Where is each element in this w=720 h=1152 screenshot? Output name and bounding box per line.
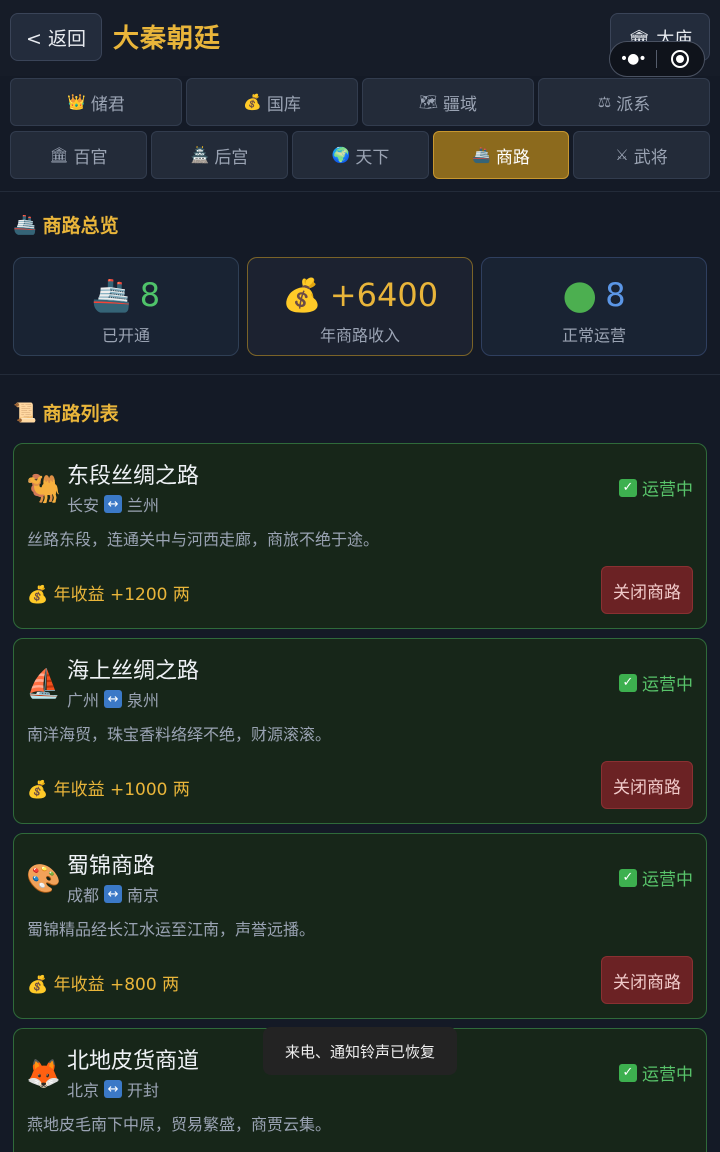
stat-label: 正常运营	[561, 326, 626, 345]
status-badge: ✓ 运营中	[619, 1060, 693, 1085]
routes-title: 📜 商路列表	[13, 402, 119, 425]
route-income: 💰 年收益 +1000 两	[27, 780, 190, 800]
tab-territory[interactable]: 🗺 疆域	[362, 78, 534, 126]
money-bag-icon: 💰	[243, 93, 262, 111]
stat-income: 💰 +6400 年商路收入	[247, 257, 473, 356]
toast-message: 来电、通知铃声已恢复	[263, 1027, 457, 1075]
route-income: 💰 年收益 +1200 两	[27, 585, 190, 605]
scales-icon: ⚖	[597, 93, 612, 111]
check-icon: ✓	[619, 1063, 637, 1082]
route-description: 南洋海贸，珠宝香料络绎不绝，财源滚滚。	[27, 725, 332, 744]
status-badge: ✓ 运营中	[619, 865, 693, 890]
route-name: 海上丝绸之路	[67, 659, 200, 684]
more-dots-icon[interactable]: •●•	[610, 51, 656, 67]
overview-title: 🚢 商路总览	[13, 214, 119, 237]
tab-generals[interactable]: ⚔ 武将	[573, 131, 710, 179]
palace-icon: 🏯	[190, 146, 210, 164]
route-description: 蜀锦精品经长江水运至江南，声誉远播。	[27, 920, 316, 939]
close-target-icon[interactable]	[657, 50, 705, 68]
tab-label: 后宫	[214, 147, 249, 168]
stat-value: +6400	[329, 276, 439, 314]
fox-icon: 🦊	[26, 1057, 61, 1090]
tab-label: 派系	[616, 94, 651, 115]
stat-value: 8	[605, 276, 626, 314]
mini-program-capsule: •●•	[609, 41, 705, 77]
status-badge: ✓ 运营中	[619, 475, 693, 500]
back-button[interactable]: < 返回	[10, 13, 102, 61]
ship-icon: 🚢	[472, 146, 491, 164]
ship-icon: 🚢	[13, 214, 37, 236]
divider	[0, 374, 720, 375]
header: < 返回 大秦朝廷 🏛 太庙 •●•	[0, 0, 720, 77]
tab-treasury[interactable]: 💰 国库	[186, 78, 358, 126]
stat-label: 年商路收入	[319, 326, 400, 345]
route-description: 燕地皮毛南下中原，贸易繁盛，商贾云集。	[27, 1115, 332, 1134]
route-name: 东段丝绸之路	[67, 464, 200, 489]
map-icon: 🗺	[418, 93, 439, 111]
crown-icon: 👑	[67, 93, 86, 111]
close-route-button[interactable]: 关闭商路	[601, 566, 693, 614]
route-card: ⛵ 海上丝绸之路 广州 ↔ 泉州 ✓ 运营中 南洋海贸，珠宝香料络绎不绝，财源滚…	[13, 638, 707, 824]
left-right-arrow-icon: ↔	[104, 1080, 123, 1098]
page-title: 大秦朝廷	[113, 24, 222, 54]
globe-icon: 🌍	[331, 146, 351, 164]
temple-icon: 🏛	[49, 146, 69, 164]
tab-label: 储君	[90, 94, 125, 115]
close-route-button[interactable]: 关闭商路	[601, 761, 693, 809]
left-right-arrow-icon: ↔	[104, 495, 123, 513]
tab-label: 武将	[633, 147, 668, 168]
ship-icon: 🚢	[91, 276, 132, 314]
check-icon: ✓	[619, 673, 637, 692]
stat-value: 8	[139, 276, 161, 314]
left-right-arrow-icon: ↔	[104, 690, 123, 708]
tab-officials[interactable]: 🏛 百官	[10, 131, 147, 179]
stat-label: 已开通	[101, 326, 150, 345]
green-circle-icon: ●	[562, 272, 598, 318]
money-bag-icon: 💰	[281, 276, 322, 314]
route-path: 长安 ↔ 兰州	[67, 495, 160, 515]
tab-label: 商路	[495, 147, 530, 168]
route-card: 🎨 蜀锦商路 成都 ↔ 南京 ✓ 运营中 蜀锦精品经长江水运至江南，声誉远播。 …	[13, 833, 707, 1019]
camel-icon: 🐫	[26, 472, 61, 505]
route-card: 🐫 东段丝绸之路 长安 ↔ 兰州 ✓ 运营中 丝路东段，连通关中与河西走廊，商旅…	[13, 443, 707, 629]
stat-operating: ● 8 正常运营	[481, 257, 707, 356]
stat-opened: 🚢 8 已开通	[13, 257, 239, 356]
tab-world[interactable]: 🌍 天下	[292, 131, 429, 179]
status-badge: ✓ 运营中	[619, 670, 693, 695]
close-route-button[interactable]: 关闭商路	[601, 956, 693, 1004]
sailboat-icon: ⛵	[26, 667, 61, 700]
check-icon: ✓	[619, 478, 637, 497]
route-name: 蜀锦商路	[67, 854, 156, 879]
tab-harem[interactable]: 🏯 后宫	[151, 131, 288, 179]
check-icon: ✓	[619, 868, 637, 887]
route-path: 北京 ↔ 开封	[67, 1080, 160, 1100]
tab-factions[interactable]: ⚖ 派系	[538, 78, 710, 126]
route-name: 北地皮货商道	[67, 1049, 200, 1074]
crossed-swords-icon: ⚔	[615, 146, 629, 164]
route-path: 广州 ↔ 泉州	[67, 690, 160, 710]
route-income: 💰 年收益 +800 两	[27, 975, 180, 995]
left-right-arrow-icon: ↔	[104, 885, 123, 903]
route-path: 成都 ↔ 南京	[67, 885, 160, 905]
tab-heir[interactable]: 👑 储君	[10, 78, 182, 126]
divider	[0, 191, 720, 192]
scroll-icon: 📜	[13, 402, 37, 424]
tab-trade-routes[interactable]: 🚢 商路	[433, 131, 569, 179]
palette-icon: 🎨	[26, 862, 61, 895]
tab-label: 国库	[266, 94, 301, 115]
route-description: 丝路东段，连通关中与河西走廊，商旅不绝于途。	[27, 530, 380, 549]
tab-label: 疆域	[443, 94, 478, 115]
tab-label: 百官	[73, 147, 108, 168]
tab-label: 天下	[355, 147, 390, 168]
